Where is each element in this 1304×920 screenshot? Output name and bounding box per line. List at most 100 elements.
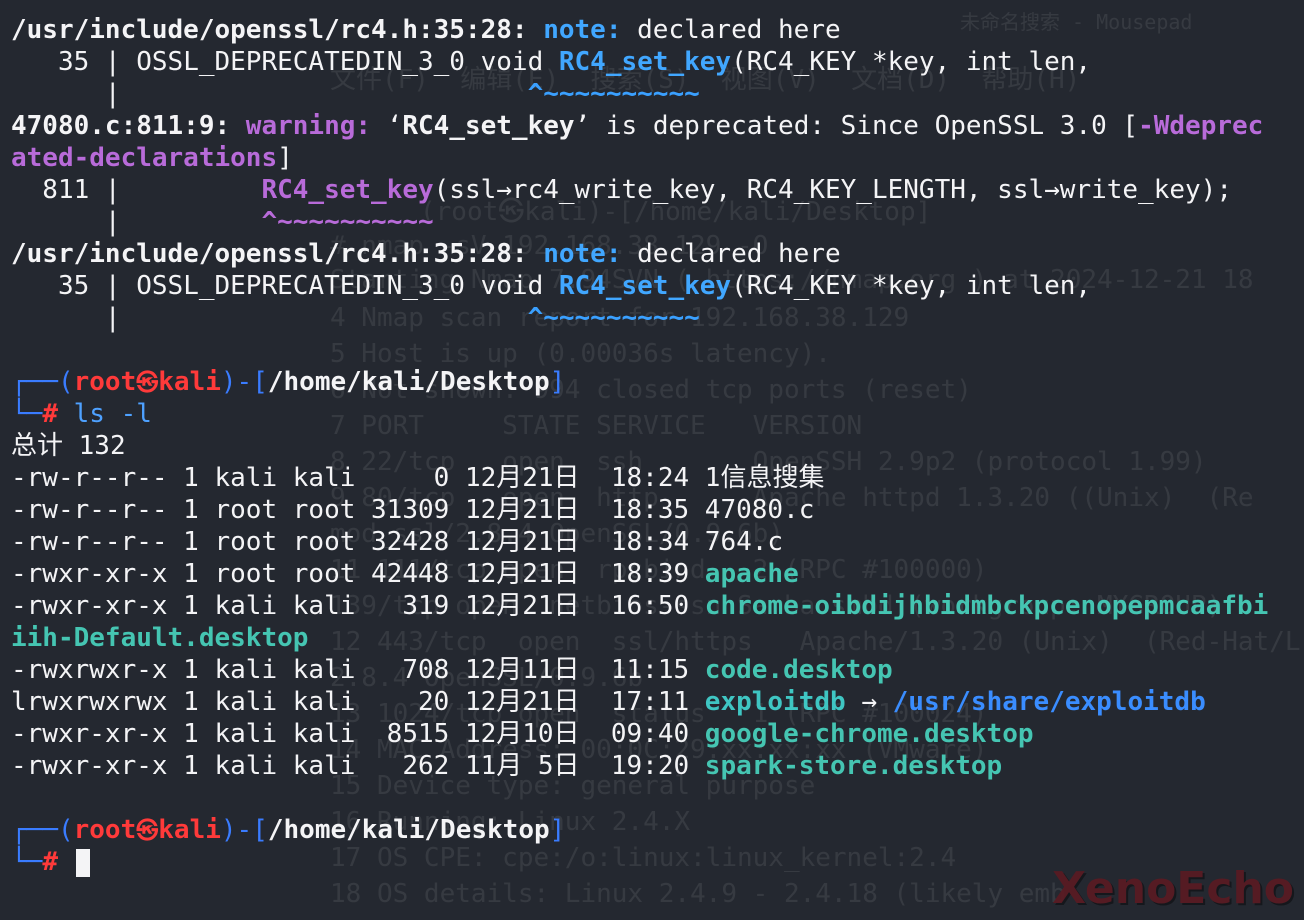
prompt-frame-open: ┌──( (11, 815, 74, 845)
caret-marker: ^~~~~~~~~~~ (136, 79, 700, 109)
command-input[interactable] (58, 847, 74, 877)
warning-message: ’ is deprecated: Since OpenSSL 3.0 [ (574, 111, 1139, 141)
code-after: (RC4_KEY *key, int len, (731, 271, 1092, 301)
listing-row: lrwxrwxrwx 1 kali kali 20 12月21日 17:11 e… (11, 686, 1301, 718)
code-line: 35 | OSSL_DEPRECATEDIN_3_0 void RC4_set_… (11, 270, 1301, 302)
prompt-command-line: └─# ls -l (11, 398, 1301, 430)
ghost-line: 18 OS details: Linux 2.4.9 - 2.4.18 (lik… (330, 879, 1066, 909)
file-metadata: -rw-r--r-- 1 kali kali 0 12月21日 18:24 (11, 463, 705, 493)
prompt-header: ┌──(root㉿kali)-[/home/kali/Desktop] (11, 814, 1301, 846)
file-name: code.desktop (704, 655, 893, 685)
file-name: spark-store.desktop (704, 751, 1003, 781)
note-line: /usr/include/openssl/rc4.h:35:28: note: … (11, 238, 1301, 270)
prompt-frame-bottom: └─ (11, 847, 43, 877)
listing-row: -rwxrwxr-x 1 kali kali 708 12月11日 11:15 … (11, 654, 1301, 686)
prompt-frame-close: ] (549, 815, 566, 845)
line-number: 35 | (11, 47, 137, 77)
file-name: exploitdb (704, 687, 846, 717)
marker-line: | ^~~~~~~~~~~ (11, 302, 1301, 334)
warning-line-wrap: ated-declarations] (11, 142, 1301, 174)
note-line: /usr/include/openssl/rc4.h:35:28: note: … (11, 14, 1301, 46)
prompt-frame-close: ] (549, 367, 566, 397)
terminal-output: /usr/include/openssl/rc4.h:35:28: note: … (11, 14, 1301, 878)
gutter-bar: | (11, 79, 137, 109)
listing-row: -rwxr-xr-x 1 kali kali 8515 12月10日 09:40… (11, 718, 1301, 750)
skull-icon: ㉿ (136, 819, 159, 844)
file-name: apache (704, 559, 799, 589)
code-line: 35 | OSSL_DEPRECATEDIN_3_0 void RC4_set_… (11, 46, 1301, 78)
prompt-hash: # (42, 847, 58, 877)
prompt-header: ┌──(root㉿kali)-[/home/kali/Desktop] (11, 366, 1301, 398)
warning-func: RC4_set_key (402, 111, 575, 141)
file-metadata: -rwxr-xr-x 1 kali kali 319 12月21日 16:50 (11, 591, 705, 621)
prompt-frame-bottom: └─ (11, 399, 43, 429)
function-name: RC4_set_key (558, 271, 732, 301)
file-metadata: -rwxr-xr-x 1 kali kali 262 11月 5日 19:20 (11, 751, 705, 781)
gutter-bar: | (11, 207, 137, 237)
code-after: (RC4_KEY *key, int len, (731, 47, 1092, 77)
note-path: /usr/include/openssl/rc4.h:35:28: (11, 15, 528, 45)
warning-label: warning: (230, 111, 372, 141)
prompt-host: kali (158, 367, 221, 397)
file-metadata: -rwxr-xr-x 1 root root 42448 12月21日 18:3… (11, 559, 705, 589)
file-name: chrome-oibdijhbidmbckpcenopepmcaafbi (704, 591, 1269, 621)
line-number: 811 | (11, 175, 137, 205)
file-metadata: lrwxrwxrwx 1 kali kali 20 12月21日 17:11 (11, 687, 705, 717)
prompt-hash: # (42, 399, 58, 429)
note-text: declared here (621, 239, 841, 269)
line-number: 35 | (11, 271, 137, 301)
prompt-user: root (73, 815, 137, 845)
file-metadata: -rwxr-xr-x 1 kali kali 8515 12月10日 09:40 (11, 719, 705, 749)
skull-icon: ㉿ (136, 371, 159, 396)
note-label: note: (543, 239, 622, 269)
prompt-cwd: /home/kali/Desktop (267, 367, 550, 397)
function-name: RC4_set_key (558, 47, 732, 77)
caret-marker: ^~~~~~~~~~~ (136, 207, 434, 237)
listing-row-wrap: iih-Default.desktop (11, 622, 1301, 654)
gutter-bar: | (11, 303, 137, 333)
file-name: 764.c (704, 527, 784, 557)
terminal-window[interactable]: 未命名搜索 - Mousepad 文件(F) 编辑(E) 搜索(S) 视图(V) … (0, 0, 1304, 920)
file-metadata: -rwxrwxr-x 1 kali kali 708 12月11日 11:15 (11, 655, 705, 685)
warning-close: ] (277, 143, 293, 173)
caret-marker: ^~~~~~~~~~~ (136, 303, 700, 333)
file-name: google-chrome.desktop (704, 719, 1034, 749)
marker-line: | ^~~~~~~~~~~ (11, 206, 1301, 238)
file-name-continued: iih-Default.desktop (11, 623, 309, 653)
directory-listing: -rw-r--r-- 1 kali kali 0 12月21日 18:24 1信… (11, 462, 1301, 782)
note-path: /usr/include/openssl/rc4.h:35:28: (11, 239, 528, 269)
code-before: OSSL_DEPRECATEDIN_3_0 void (136, 271, 559, 301)
prompt-frame-mid: )-[ (220, 815, 268, 845)
file-metadata: -rw-r--r-- 1 root root 32428 12月21日 18:3… (11, 527, 705, 557)
prompt-host: kali (158, 815, 221, 845)
text-cursor (75, 848, 90, 877)
function-call: RC4_set_key (261, 175, 434, 205)
prompt-cwd: /home/kali/Desktop (267, 815, 550, 845)
warning-quote-open: ‘ (371, 111, 403, 141)
listing-row: -rwxr-xr-x 1 root root 42448 12月21日 18:3… (11, 558, 1301, 590)
prompt-frame-open: ┌──( (11, 367, 74, 397)
file-name: 1信息搜集 (704, 463, 825, 493)
note-label: note: (543, 15, 622, 45)
prompt-frame-mid: )-[ (220, 367, 268, 397)
warning-flag-cont: ated-declarations (11, 143, 278, 173)
warning-flag: -Wdeprec (1138, 111, 1264, 141)
symlink-arrow: → (845, 687, 893, 717)
listing-row: -rw-r--r-- 1 kali kali 0 12月21日 18:24 1信… (11, 462, 1301, 494)
entered-command: ls -l (57, 399, 152, 429)
code-line: 811 | RC4_set_key(ssl→rc4_write_key, RC4… (11, 174, 1301, 206)
marker-line: | ^~~~~~~~~~~ (11, 78, 1301, 110)
listing-row: -rwxr-xr-x 1 kali kali 262 11月 5日 19:20 … (11, 750, 1301, 782)
code-before: OSSL_DEPRECATEDIN_3_0 void (136, 47, 559, 77)
listing-row: -rw-r--r-- 1 root root 31309 12月21日 18:3… (11, 494, 1301, 526)
file-metadata: -rw-r--r-- 1 root root 31309 12月21日 18:3… (11, 495, 705, 525)
listing-row: -rw-r--r-- 1 root root 32428 12月21日 18:3… (11, 526, 1301, 558)
prompt-user: root (73, 367, 137, 397)
watermark-logo: XenoEcho (1052, 863, 1294, 914)
warning-location: 47080.c:811:9: (11, 111, 231, 141)
note-text: declared here (621, 15, 841, 45)
call-args: (ssl→rc4_write_key, RC4_KEY_LENGTH, ssl→… (433, 175, 1232, 205)
